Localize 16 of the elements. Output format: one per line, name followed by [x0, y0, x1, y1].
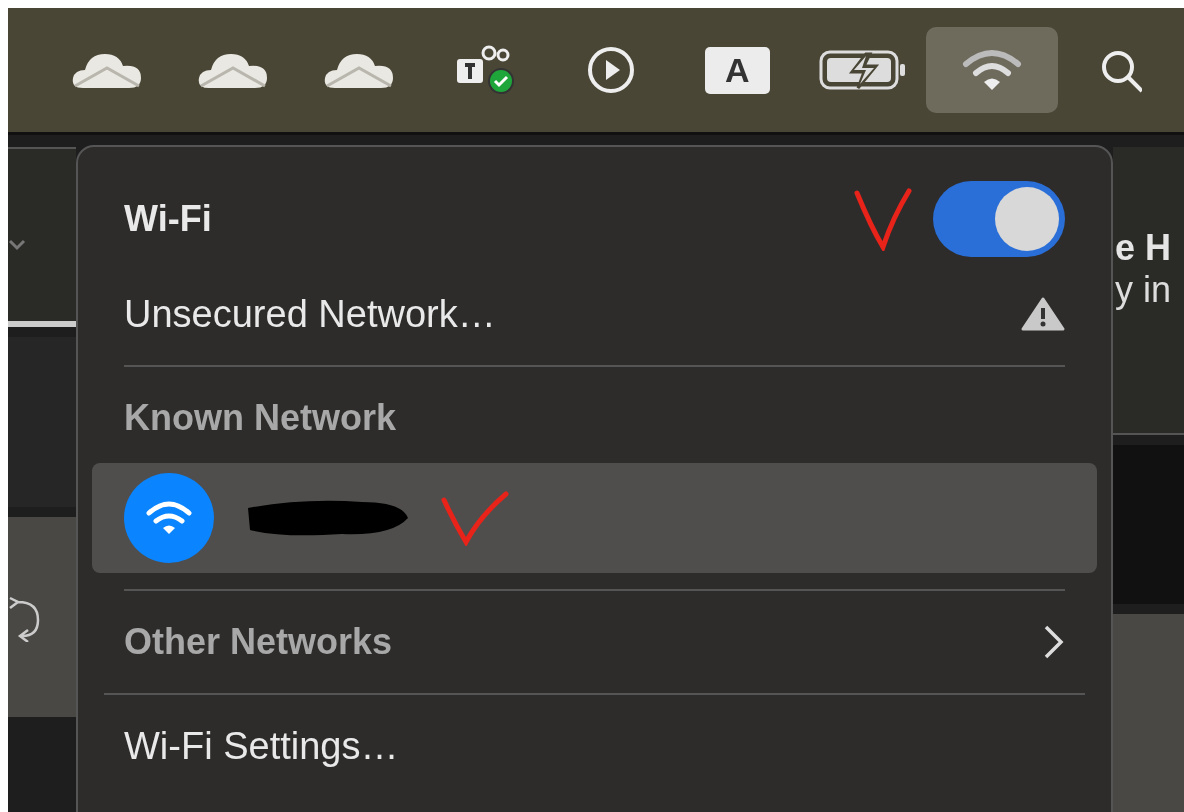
background-text: y in — [1115, 269, 1173, 311]
chevron-down-icon — [8, 239, 26, 251]
wifi-icon — [962, 48, 1023, 92]
known-network-item[interactable] — [92, 463, 1097, 573]
unsecured-network-item[interactable]: Unsecured Network… — [124, 269, 1065, 359]
annotation-mark — [440, 490, 510, 546]
input-source-button[interactable]: A — [674, 27, 801, 113]
wifi-settings-item[interactable]: Wi-Fi Settings… — [124, 701, 1065, 791]
background-heading: e H — [1115, 227, 1173, 269]
wifi-icon — [124, 473, 214, 563]
wifi-menu-extra[interactable] — [926, 27, 1058, 113]
annotation-mark — [853, 187, 913, 251]
play-icon — [586, 45, 637, 95]
other-networks-item[interactable]: Other Networks — [124, 597, 1065, 687]
section-heading: Known Network — [124, 396, 397, 440]
menu-title: Wi-Fi — [124, 198, 213, 240]
